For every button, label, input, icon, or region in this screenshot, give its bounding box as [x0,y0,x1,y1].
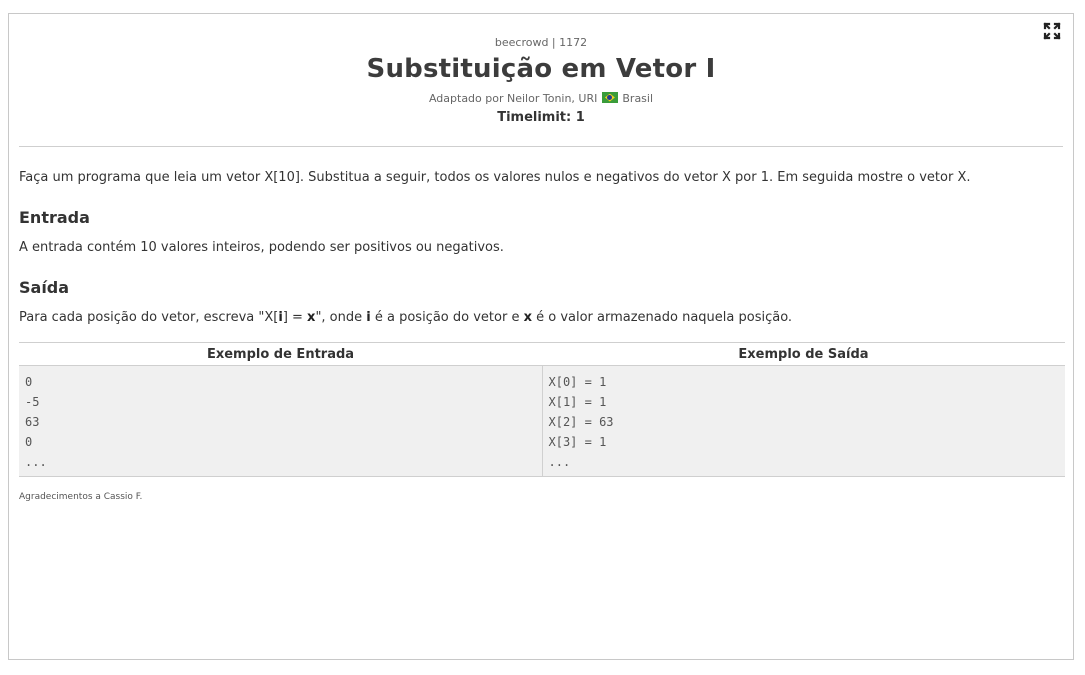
input-example-header: Exemplo de Entrada [19,342,542,366]
input-line: -5 [25,395,40,409]
output-text-part: ", onde [315,310,367,325]
problem-description: Faça um programa que leia um vetor X[10]… [19,170,971,185]
author-name: Adaptado por Neilor Tonin, URI [428,92,598,105]
output-example-cell[interactable]: X[0] = 1 X[1] = 1 X[2] = 63 X[3] = 1 ... [542,365,1065,477]
examples-table: Exemplo de Entrada Exemplo de Saída 0 -5… [19,342,1065,477]
page-title: Substituição em Vetor I [366,54,716,84]
brazil-flag-icon [601,92,618,103]
output-description: Para cada posição do vetor, escreva "X[i… [19,309,1063,327]
acknowledgement: Agradecimentos a Cassio F. [19,492,143,502]
output-example-header: Exemplo de Saída [542,342,1065,366]
input-description: A entrada contém 10 valores inteiros, po… [19,240,504,255]
output-line: X[1] = 1 [548,395,607,409]
output-line: X[0] = 1 [548,375,607,389]
output-text-part: é a posição do vetor e [370,310,524,325]
output-text-part: Para cada posição do vetor, escreva "X[ [19,310,279,325]
input-heading: Entrada [19,208,90,227]
input-line: 63 [25,415,40,429]
output-line: X[2] = 63 [548,415,614,429]
output-text-part: é o valor armazenado naquela posição. [531,310,793,325]
input-line: 0 [25,375,33,389]
input-line: ... [25,455,47,469]
timelimit: Timelimit: 1 [497,110,585,125]
output-bold-x: x [523,310,532,325]
problem-frame: beecrowd | 1172 Substituição em Vetor I … [8,13,1074,660]
input-line: 0 [25,435,33,449]
problem-source: beecrowd | 1172 [494,36,588,49]
input-example-cell[interactable]: 0 -5 63 0 ... [19,365,543,477]
author-country: Brasil [622,92,654,105]
output-line: X[3] = 1 [548,435,607,449]
output-heading: Saída [19,278,70,297]
output-line: ... [548,455,571,469]
header-divider [19,146,1063,147]
output-text-part: ] = [282,310,308,325]
author-line: Adaptado por Neilor Tonin, URI Brasil [9,92,1073,105]
